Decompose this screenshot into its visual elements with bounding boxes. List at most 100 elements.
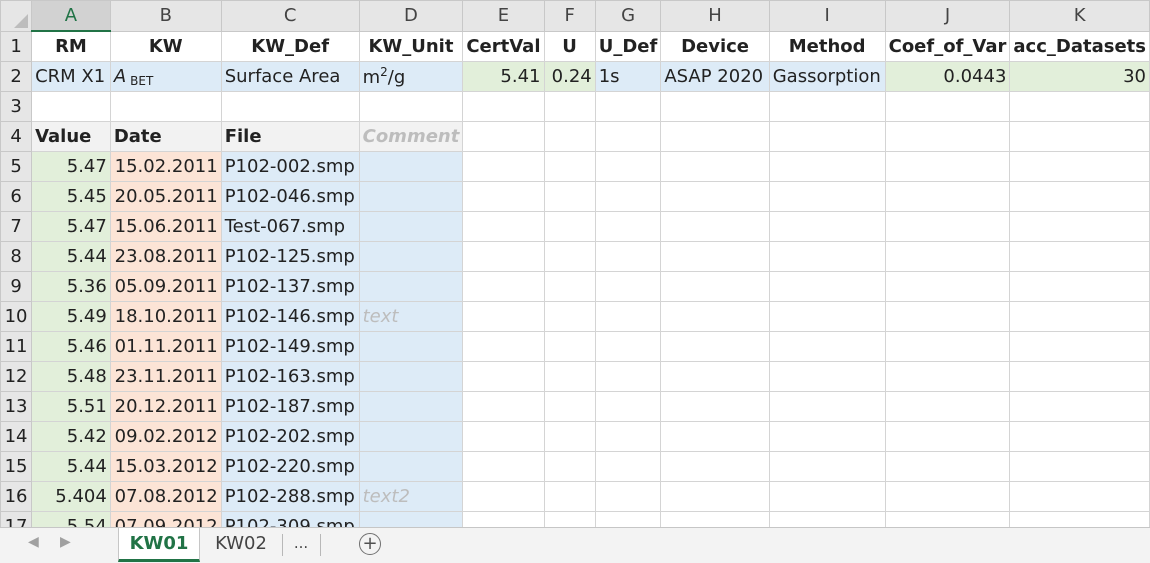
cell-g1[interactable]: U_Def [594, 30, 662, 62]
cell[interactable] [358, 91, 464, 122]
file-cell[interactable]: P102-002.smp [220, 151, 360, 182]
more-sheets-button[interactable]: ... [284, 528, 318, 559]
cell-i1[interactable]: Method [768, 30, 886, 62]
row-header[interactable]: 5 [0, 151, 33, 182]
value-cell[interactable]: 5.48 [31, 361, 111, 392]
cell[interactable] [768, 451, 886, 482]
comment-cell[interactable] [358, 151, 464, 182]
cell-c2[interactable]: Surface Area [220, 61, 360, 92]
sheet-tab-kw02[interactable]: KW02 [205, 528, 277, 559]
cell[interactable] [768, 511, 886, 527]
cell[interactable] [594, 331, 662, 362]
comment-cell[interactable] [358, 391, 464, 422]
date-cell[interactable]: 01.11.2011 [109, 331, 222, 362]
value-cell[interactable]: 5.51 [31, 391, 111, 422]
cell[interactable] [768, 181, 886, 212]
spreadsheet-grid[interactable]: A B C D E F G H I J K 1 RM KW KW_Def KW_… [0, 0, 1150, 527]
row-header[interactable]: 8 [0, 241, 33, 272]
cell[interactable] [660, 91, 770, 122]
cell[interactable] [768, 91, 886, 122]
cell[interactable] [1009, 241, 1150, 272]
value-cell[interactable]: 5.404 [31, 481, 111, 512]
file-cell[interactable]: P102-309.smp [220, 511, 360, 527]
value-cell[interactable]: 5.47 [31, 211, 111, 242]
file-cell[interactable]: P102-125.smp [220, 241, 360, 272]
cell[interactable] [594, 211, 662, 242]
cell[interactable] [768, 391, 886, 422]
comment-cell[interactable] [358, 451, 464, 482]
cell[interactable] [884, 241, 1011, 272]
cell[interactable] [462, 451, 545, 482]
cell[interactable] [462, 211, 545, 242]
cell[interactable] [884, 511, 1011, 527]
cell[interactable] [660, 241, 770, 272]
cell[interactable] [462, 391, 545, 422]
cell[interactable] [768, 331, 886, 362]
cell[interactable] [660, 181, 770, 212]
cell[interactable] [884, 361, 1011, 392]
date-cell[interactable]: 07.08.2012 [109, 481, 222, 512]
cell[interactable] [884, 301, 1011, 332]
cell-a4[interactable]: Value [31, 121, 111, 152]
cell-h1[interactable]: Device [660, 30, 770, 62]
cell-k1[interactable]: acc_Datasets [1009, 30, 1150, 62]
date-cell[interactable]: 05.09.2011 [109, 271, 222, 302]
cell[interactable] [594, 361, 662, 392]
row-header[interactable]: 16 [0, 481, 33, 512]
cell[interactable] [768, 271, 886, 302]
cell-f2[interactable]: 0.24 [543, 61, 596, 92]
cell[interactable] [543, 421, 596, 452]
scroll-tabs-right-icon[interactable]: ▶ [60, 534, 71, 550]
cell[interactable] [768, 241, 886, 272]
cell[interactable] [31, 91, 111, 122]
row-header[interactable]: 9 [0, 271, 33, 302]
row-header[interactable]: 10 [0, 301, 33, 332]
cell[interactable] [594, 451, 662, 482]
cell[interactable] [884, 391, 1011, 422]
cell[interactable] [1009, 421, 1150, 452]
cell[interactable] [768, 361, 886, 392]
file-cell[interactable]: P102-202.smp [220, 421, 360, 452]
cell-d4[interactable]: Comment [358, 121, 464, 152]
column-header-c[interactable]: C [220, 0, 360, 32]
cell[interactable] [220, 91, 360, 122]
cell[interactable] [768, 421, 886, 452]
cell[interactable] [594, 181, 662, 212]
cell[interactable] [543, 331, 596, 362]
cell[interactable] [768, 121, 886, 152]
value-cell[interactable]: 5.42 [31, 421, 111, 452]
column-header-g[interactable]: G [594, 0, 662, 32]
file-cell[interactable]: P102-149.smp [220, 331, 360, 362]
row-header[interactable]: 7 [0, 211, 33, 242]
cell[interactable] [1009, 361, 1150, 392]
cell[interactable] [1009, 331, 1150, 362]
cell-b2[interactable]: A BET [109, 61, 222, 92]
column-header-h[interactable]: H [660, 0, 770, 32]
cell[interactable] [462, 511, 545, 527]
cell[interactable] [543, 151, 596, 182]
cell[interactable] [543, 361, 596, 392]
cell[interactable] [543, 241, 596, 272]
value-cell[interactable]: 5.54 [31, 511, 111, 527]
value-cell[interactable]: 5.49 [31, 301, 111, 332]
sheet-tab-kw01[interactable]: KW01 [118, 528, 200, 562]
column-header-k[interactable]: K [1009, 0, 1150, 32]
cell[interactable] [884, 451, 1011, 482]
cell-e1[interactable]: CertVal [462, 30, 545, 62]
cell[interactable] [594, 91, 662, 122]
cell-a1[interactable]: RM [31, 30, 111, 62]
cell[interactable] [462, 421, 545, 452]
cell[interactable] [1009, 391, 1150, 422]
cell[interactable] [660, 331, 770, 362]
date-cell[interactable]: 09.02.2012 [109, 421, 222, 452]
cell[interactable] [1009, 181, 1150, 212]
comment-cell[interactable] [358, 511, 464, 527]
cell[interactable] [884, 481, 1011, 512]
comment-cell[interactable] [358, 421, 464, 452]
cell[interactable] [462, 301, 545, 332]
cell[interactable] [543, 451, 596, 482]
date-cell[interactable]: 18.10.2011 [109, 301, 222, 332]
date-cell[interactable]: 20.12.2011 [109, 391, 222, 422]
row-header[interactable]: 14 [0, 421, 33, 452]
cell[interactable] [660, 271, 770, 302]
